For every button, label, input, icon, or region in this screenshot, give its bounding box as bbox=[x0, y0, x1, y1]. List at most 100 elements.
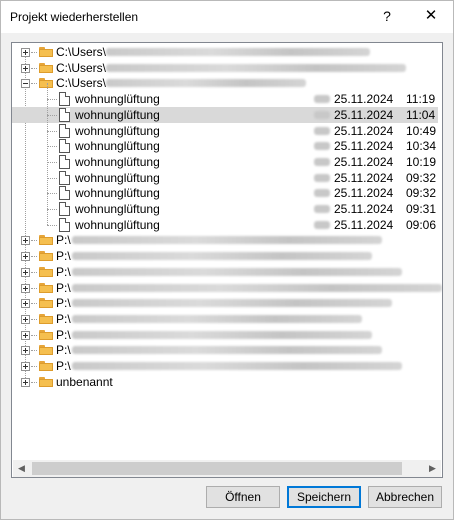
tree-item-backup[interactable]: wohnunglüftung 25.11.2024 09:06 bbox=[12, 217, 438, 233]
folder-icon bbox=[39, 62, 53, 73]
tree-item-network-folder[interactable]: P:\ bbox=[12, 311, 438, 327]
project-tree[interactable]: ◀ ▶ C:\Users\ C:\Users\ C:\Users\ wohnunglü… bbox=[11, 42, 443, 478]
folder-body bbox=[39, 237, 53, 246]
expand-icon[interactable] bbox=[21, 299, 30, 309]
redacted-text bbox=[72, 267, 402, 276]
backup-time: 09:32 bbox=[406, 186, 437, 201]
horizontal-scrollbar[interactable]: ◀ ▶ bbox=[13, 460, 441, 477]
folder-path-label: C:\Users\ bbox=[56, 45, 107, 59]
tree-connector bbox=[31, 381, 37, 383]
redacted-text bbox=[72, 362, 402, 370]
redacted-text bbox=[106, 48, 370, 56]
expand-icon[interactable] bbox=[21, 48, 30, 57]
tree-item-backup[interactable]: wohnunglüftung 25.11.2024 11:04 bbox=[12, 106, 438, 123]
backup-date: 25.11.2024 bbox=[334, 123, 394, 138]
folder-body bbox=[39, 284, 53, 293]
tree-connector bbox=[31, 271, 37, 273]
folder-icon bbox=[39, 313, 53, 324]
tree-item-user-folder[interactable]: C:\Users\ bbox=[12, 75, 438, 91]
tree-item-network-folder[interactable]: P:\ bbox=[12, 232, 438, 248]
cancel-button[interactable]: Abbrechen bbox=[368, 486, 442, 508]
redacted-user bbox=[314, 142, 330, 151]
tree-item-network-folder[interactable]: P:\ bbox=[12, 327, 438, 343]
redacted-text bbox=[106, 79, 306, 88]
scroll-right-arrow-icon[interactable]: ▶ bbox=[424, 460, 441, 477]
document-icon bbox=[59, 123, 70, 138]
tree-item-user-folder[interactable]: C:\Users\ bbox=[12, 60, 438, 76]
tree-item-user-folder[interactable]: C:\Users\ bbox=[12, 44, 438, 60]
help-button[interactable]: ? bbox=[377, 5, 397, 27]
tree-item-backup[interactable]: wohnunglüftung 25.11.2024 09:32 bbox=[12, 170, 438, 186]
tree-connector bbox=[31, 83, 37, 85]
save-button[interactable]: Speichern bbox=[287, 486, 361, 508]
open-button[interactable]: Öffnen bbox=[206, 486, 280, 508]
scroll-left-arrow-icon[interactable]: ◀ bbox=[13, 460, 30, 477]
tree-item-backup[interactable]: wohnunglüftung 25.11.2024 09:31 bbox=[12, 201, 438, 217]
tree-connector bbox=[31, 52, 37, 53]
folder-icon bbox=[39, 78, 53, 89]
tree-item-network-folder[interactable]: P:\ bbox=[12, 342, 438, 358]
expand-icon[interactable] bbox=[21, 346, 30, 356]
document-icon bbox=[59, 186, 70, 201]
tree-connector bbox=[31, 240, 37, 242]
tree-item-unnamed[interactable]: unbenannt bbox=[12, 374, 438, 390]
expand-icon[interactable] bbox=[21, 267, 30, 277]
tree-item-network-folder[interactable]: P:\ bbox=[12, 358, 438, 374]
folder-body bbox=[39, 331, 53, 340]
redacted-text bbox=[72, 346, 382, 355]
folder-icon bbox=[39, 282, 53, 293]
tree-item-backup[interactable]: wohnunglüftung 25.11.2024 10:19 bbox=[12, 154, 438, 170]
backup-time: 09:31 bbox=[406, 202, 437, 216]
tree-item-backup[interactable]: wohnunglüftung 25.11.2024 10:49 bbox=[12, 123, 438, 139]
expand-icon[interactable] bbox=[21, 236, 30, 246]
scrollbar-thumb[interactable] bbox=[32, 462, 402, 475]
folder-body bbox=[39, 347, 53, 356]
expand-icon[interactable] bbox=[21, 377, 30, 387]
backup-date: 25.11.2024 bbox=[334, 170, 394, 185]
folder-path-label: P:\ bbox=[56, 359, 71, 373]
document-icon bbox=[59, 154, 70, 169]
document-icon bbox=[59, 139, 70, 154]
close-button[interactable]: ✕ bbox=[419, 5, 443, 27]
tree-item-backup[interactable]: wohnunglüftung 25.11.2024 09:32 bbox=[12, 185, 438, 201]
collapse-icon[interactable] bbox=[21, 79, 30, 89]
expand-icon[interactable] bbox=[21, 330, 30, 340]
tree-connector bbox=[31, 366, 37, 367]
folder-body bbox=[39, 268, 53, 277]
document-icon bbox=[59, 170, 70, 185]
tree-item-backup[interactable]: wohnunglüftung 25.11.2024 10:34 bbox=[12, 138, 438, 154]
backup-date: 25.11.2024 bbox=[334, 92, 394, 107]
tree-connector bbox=[47, 209, 57, 210]
tree-connector bbox=[31, 334, 37, 336]
redacted-text bbox=[72, 236, 382, 245]
expand-icon[interactable] bbox=[21, 63, 30, 73]
expand-icon[interactable] bbox=[21, 362, 30, 371]
expand-icon[interactable] bbox=[21, 314, 30, 324]
redacted-user bbox=[314, 157, 330, 166]
redacted-text bbox=[72, 252, 372, 261]
tree-connector bbox=[47, 161, 57, 163]
expand-icon[interactable] bbox=[21, 252, 30, 262]
document-icon bbox=[59, 92, 70, 107]
tree-item-network-folder[interactable]: P:\ bbox=[12, 248, 438, 264]
folder-path-label: C:\Users\ bbox=[56, 60, 107, 75]
folder-icon bbox=[39, 266, 53, 277]
folder-icon bbox=[39, 251, 53, 262]
backup-date: 25.11.2024 bbox=[334, 202, 394, 216]
folder-path-label: P:\ bbox=[56, 311, 71, 326]
tree-item-network-folder[interactable]: P:\ bbox=[12, 264, 438, 280]
tree-item-network-folder[interactable]: P:\ bbox=[12, 280, 442, 296]
folder-path-label: P:\ bbox=[56, 280, 71, 295]
folder-path-label: P:\ bbox=[56, 296, 71, 311]
document-icon bbox=[59, 202, 70, 216]
redacted-text bbox=[72, 330, 372, 339]
folder-body bbox=[39, 49, 53, 57]
redacted-user bbox=[314, 205, 330, 213]
expand-icon[interactable] bbox=[21, 283, 30, 293]
tree-item-backup[interactable]: wohnunglüftung 25.11.2024 11:19 bbox=[12, 91, 438, 107]
folder-icon bbox=[39, 361, 53, 371]
backup-time: 09:32 bbox=[406, 170, 437, 185]
tree-connector bbox=[47, 177, 57, 179]
tree-connector bbox=[47, 193, 57, 195]
tree-item-network-folder[interactable]: P:\ bbox=[12, 295, 438, 311]
